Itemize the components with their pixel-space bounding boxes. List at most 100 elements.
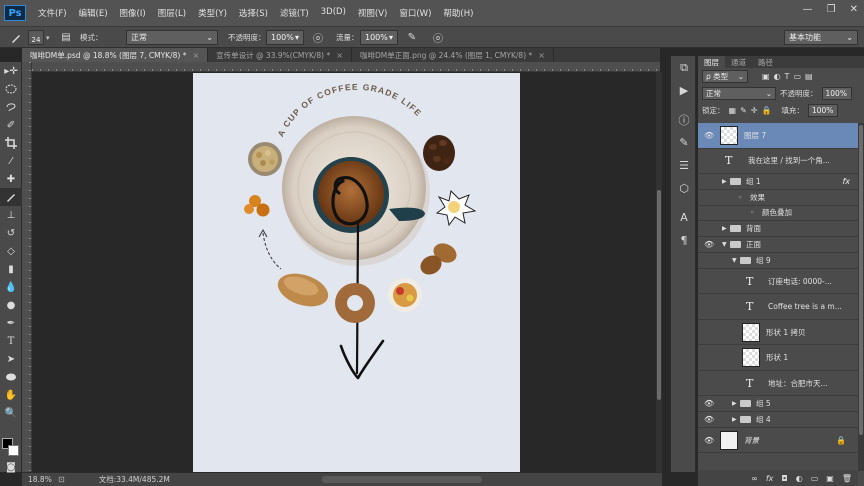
lock-pixels-icon[interactable]: ✎ (740, 106, 747, 115)
menu-3d[interactable]: 3D(D) (315, 7, 352, 19)
link-icon[interactable]: ∞ (751, 474, 758, 483)
layer-row[interactable]: 👁 ▶ 背面 (698, 221, 858, 238)
eye-icon[interactable]: 👁 (704, 224, 714, 233)
maximize-button[interactable]: ❐ (827, 4, 836, 15)
filter-smart-icon[interactable]: ▤ (805, 72, 813, 81)
eye-icon[interactable]: 👁 (704, 131, 714, 140)
close-button[interactable]: ✕ (850, 4, 858, 15)
move-tool-icon[interactable]: ▸✛ (0, 62, 22, 80)
layer-filter-dropdown[interactable]: ρ 类型 ⌄ (702, 70, 748, 83)
blend-mode-dropdown[interactable]: 正常 ⌄ (702, 87, 776, 100)
layer-effects-row[interactable]: 👁 ◦ 效果 (698, 190, 858, 206)
healing-brush-tool-icon[interactable]: ✚ (0, 170, 22, 188)
filter-type-icon[interactable]: T (785, 72, 790, 81)
eye-icon[interactable]: 👁 (704, 240, 714, 249)
eye-icon[interactable]: 👁 (704, 328, 714, 337)
shape-tool-icon[interactable] (0, 368, 22, 386)
vertical-scrollbar[interactable] (656, 72, 662, 472)
layer-row[interactable]: 👁 图层 7 (698, 123, 858, 149)
close-icon[interactable]: × (192, 51, 199, 60)
quick-mask-icon[interactable]: ◙ (0, 458, 22, 476)
layer-row[interactable]: 👁 T Coffee tree is a m... (698, 294, 858, 320)
menu-filter[interactable]: 滤镜(T) (274, 7, 315, 19)
brush-tool-icon[interactable] (0, 188, 22, 206)
filter-adjust-icon[interactable]: ◐ (774, 72, 781, 81)
expand-arrow-icon[interactable]: ▶ (732, 416, 737, 423)
zoom-tool-icon[interactable]: 🔍 (0, 404, 22, 422)
layer-row[interactable]: 👁 背景 🔒 (698, 428, 858, 454)
filter-image-icon[interactable]: ▣ (762, 72, 770, 81)
dodge-tool-icon[interactable]: ● (0, 296, 22, 314)
stamp-tool-icon[interactable]: ⊥ (0, 206, 22, 224)
menu-type[interactable]: 类型(Y) (192, 7, 233, 19)
fill-field[interactable]: 100% (807, 104, 838, 117)
eye-icon[interactable]: 👁 (704, 156, 714, 165)
layer-row[interactable]: 👁 ▼ 正面 (698, 237, 858, 253)
collapse-arrow-icon[interactable]: ▼ (732, 257, 737, 264)
fx-icon[interactable]: fx (766, 474, 774, 483)
layer-row[interactable]: 👁 形状 1 拷贝 (698, 320, 858, 346)
horizontal-scrollbar[interactable] (322, 476, 482, 483)
minimize-button[interactable]: — (803, 4, 813, 15)
menu-file[interactable]: 文件(F) (32, 7, 73, 19)
flow-field[interactable]: 100% ▾ (360, 30, 398, 45)
adjustments-icon[interactable]: ☰ (671, 154, 697, 177)
tab-channels[interactable]: 通道 (725, 56, 752, 68)
paragraph-icon[interactable]: ¶ (671, 229, 697, 252)
path-select-tool-icon[interactable]: ➤ (0, 350, 22, 368)
eye-icon[interactable]: 👁 (704, 302, 714, 311)
menu-select[interactable]: 选择(S) (233, 7, 274, 19)
brush-tool-icon[interactable] (8, 30, 24, 45)
scrollbar-thumb[interactable] (657, 190, 661, 400)
color-swatches[interactable] (2, 438, 20, 458)
menu-edit[interactable]: 编辑(E) (73, 7, 114, 19)
expand-arrow-icon[interactable]: ▶ (732, 400, 737, 407)
tab-layers[interactable]: 图层 (698, 56, 725, 68)
3d-icon[interactable]: ⬡ (671, 177, 697, 200)
workspace-dropdown[interactable]: 基本功能 ⌄ (784, 30, 858, 45)
eye-icon[interactable]: 👁 (704, 256, 714, 265)
lock-position-icon[interactable]: ✛ (751, 106, 758, 115)
quick-select-tool-icon[interactable]: ✐ (0, 116, 22, 134)
background-color-swatch[interactable] (8, 445, 19, 456)
eye-icon[interactable]: 👁 (704, 177, 714, 186)
layer-row[interactable]: 👁 ▶ 组 1 fx (698, 174, 858, 190)
expand-arrow-icon[interactable]: ▶ (722, 178, 727, 185)
crop-tool-icon[interactable] (0, 134, 22, 152)
layer-row[interactable]: 👁 形状 1 (698, 345, 858, 371)
lasso-tool-icon[interactable] (0, 98, 22, 116)
tab-paths[interactable]: 路径 (752, 56, 779, 68)
blur-tool-icon[interactable]: 💧 (0, 278, 22, 296)
eye-icon[interactable]: 👁 (704, 208, 714, 217)
eraser-tool-icon[interactable]: ◇ (0, 242, 22, 260)
history-brush-tool-icon[interactable]: ↺ (0, 224, 22, 242)
brush-preset-picker[interactable]: 24 ▾ (28, 30, 50, 45)
close-icon[interactable]: × (538, 51, 545, 60)
type-tool-icon[interactable]: T (0, 332, 22, 350)
marquee-tool-icon[interactable] (0, 80, 22, 98)
mask-icon[interactable]: ◘ (781, 474, 787, 483)
layer-row[interactable]: 👁 T 我在这里 / 找到一个角... (698, 149, 858, 174)
gradient-tool-icon[interactable]: ▮ (0, 260, 22, 278)
menu-layer[interactable]: 图层(L) (152, 7, 192, 19)
fx-icon[interactable]: fx (842, 177, 850, 186)
filter-shape-icon[interactable]: ▭ (793, 72, 801, 81)
character-icon[interactable]: A (671, 206, 697, 229)
layer-row[interactable]: 👁 ▶ 组 4 (698, 412, 858, 428)
eye-icon[interactable]: 👁 (704, 353, 714, 362)
layer-row[interactable]: 👁 T 地址：合肥市天... (698, 371, 858, 397)
airbrush-icon[interactable]: ✎ (404, 30, 420, 45)
layer-row[interactable]: 👁 T 订座电话: 0000-... (698, 269, 858, 295)
eye-icon[interactable]: 👁 (704, 379, 714, 388)
menu-view[interactable]: 视图(V) (352, 7, 393, 19)
brush-presets-icon[interactable]: ✎ (671, 131, 697, 154)
lock-transparency-icon[interactable]: ▦ (729, 106, 737, 115)
collapse-arrow-icon[interactable]: ▼ (722, 241, 727, 248)
history-icon[interactable]: ⧉ (671, 56, 697, 79)
trash-icon[interactable]: 🗑 (842, 474, 852, 483)
zoom-level[interactable]: 18.8% (22, 475, 58, 484)
layers-scrollbar[interactable] (858, 123, 864, 471)
folder-icon[interactable]: ▭ (811, 474, 819, 483)
new-layer-icon[interactable]: ▣ (826, 474, 834, 483)
eye-icon[interactable]: 👁 (704, 399, 714, 408)
